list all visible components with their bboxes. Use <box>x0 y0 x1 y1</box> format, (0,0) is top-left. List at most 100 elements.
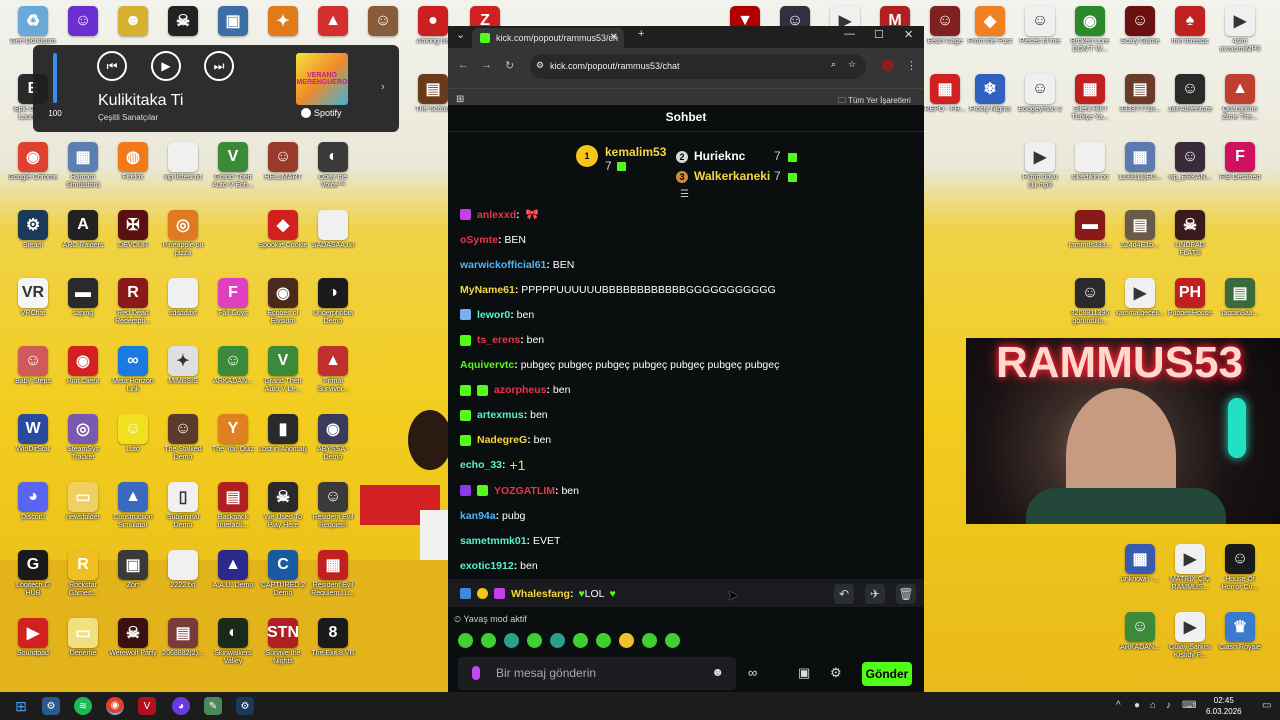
desktop-icon[interactable]: ◎ Pineapple on pizza <box>158 210 208 274</box>
emoji-icon[interactable]: ☻ <box>711 665 724 679</box>
desktop-icon[interactable]: ▶ Pkmp dovu (1).mp3 <box>1015 142 1065 206</box>
chat-username[interactable]: exotic1912 <box>460 560 514 572</box>
desktop-icon[interactable]: ▤ tarzan3aa... <box>1215 278 1265 342</box>
chat-username[interactable]: kan94a <box>460 510 496 522</box>
desktop-icon[interactable]: ♛ Clash Royale <box>1215 612 1265 676</box>
chat-username[interactable]: Aquivervtc <box>460 359 514 371</box>
emote-icon[interactable] <box>642 633 657 648</box>
apps-grid-icon[interactable]: ⊞ <box>456 94 464 105</box>
minimize-icon[interactable]: — <box>844 28 855 40</box>
new-tab-icon[interactable]: + <box>638 28 644 40</box>
zoom-icon[interactable]: ⌕ <box>831 59 836 70</box>
desktop-icon[interactable]: ❄ Frosty Nights <box>965 74 1015 138</box>
desktop-icon[interactable]: ▤ 2068882(2)... <box>158 618 208 682</box>
desktop-icon[interactable]: ▦ 12331(1)EU... <box>1115 142 1165 206</box>
back-icon[interactable]: ← <box>458 59 469 71</box>
desktop-icon[interactable]: ▶ Gülay Şarkısı Kışlıdy F... <box>1165 612 1215 676</box>
desktop-icon[interactable]: ☠ We Used To Play Here <box>258 482 308 546</box>
desktop-icon[interactable]: ☺ Luto <box>108 414 158 478</box>
desktop-icon[interactable]: ✦ MIMESIS <box>158 346 208 410</box>
desktop-icon[interactable]: vip listesi.txt <box>158 142 208 206</box>
mic-icon[interactable] <box>472 666 480 680</box>
desktop-icon[interactable]: ☺ Bean Cage <box>920 6 970 70</box>
desktop-icon[interactable]: ☺ Resident Evil Requiem <box>308 482 358 546</box>
taskbar-voicemeeter-icon[interactable]: V <box>138 697 156 715</box>
desktop-icon[interactable]: ☺ The Stalked Demo <box>158 414 208 478</box>
desktop-icon[interactable]: R Red Dead Redempti... <box>108 278 158 342</box>
desktop-icon[interactable]: ▦ REPO - FR... <box>920 74 970 138</box>
desktop-icon[interactable]: ☺ 3208811396 görüntülü... <box>1065 278 1115 342</box>
site-info-icon[interactable]: ⚙ <box>536 60 544 71</box>
desktop-icon[interactable]: STN Survive the Nights <box>258 618 308 682</box>
desktop-icon[interactable]: 2222.txt <box>158 550 208 614</box>
desktop-icon[interactable]: ☺ Scary Game <box>1115 6 1165 70</box>
chat-username[interactable]: oSymte <box>460 234 498 246</box>
desktop-icon[interactable]: ◆ From the Past <box>965 6 1015 70</box>
desktop-icon[interactable]: ▶ MATRIX ÇİÇ RAMMUS... <box>1165 544 1215 608</box>
chat-username[interactable]: artexmus <box>477 409 524 421</box>
desktop-icon[interactable]: W WinDirStat <box>8 414 58 478</box>
undo-pin-button[interactable]: ↶ <box>834 584 854 604</box>
desktop-icon[interactable]: ◎ SteamSys Tracker <box>58 414 108 478</box>
desktop-icon[interactable]: ▭ newsfolder <box>58 482 108 546</box>
desktop-icon[interactable]: V Grand Theft Auto V Le... <box>258 346 308 410</box>
desktop-icon[interactable]: ▮ Lost in Anomaly <box>258 414 308 478</box>
start-icon[interactable]: ⊞ <box>12 697 30 715</box>
chat-username[interactable]: sametmmk01 <box>460 535 527 547</box>
desktop-icon[interactable]: ◑ Underphobia Demo <box>308 278 358 342</box>
desktop-icon[interactable]: VR VRChat <box>8 278 58 342</box>
desktop-icon[interactable]: SADASAA.txt <box>308 210 358 274</box>
taskbar-spotify-icon[interactable]: ≋ <box>74 697 92 715</box>
desktop-icon[interactable]: ▬ rammus333... <box>1065 210 1115 274</box>
desktop-icon[interactable]: ▲ A.A.U. Demo <box>208 550 258 614</box>
desktop-icon[interactable]: ☺ Jail Adventure <box>1165 74 1215 138</box>
desktop-icon[interactable]: R Rockstar Games... <box>58 550 108 614</box>
desktop-icon[interactable]: ◉ Echoes of Elysium <box>258 278 308 342</box>
chat-username[interactable]: warwickofficial61 <box>460 259 546 271</box>
desktop-icon[interactable]: ◉ ABYSSA - Demo <box>308 414 358 478</box>
desktop-icon[interactable]: ◉ Google Chrome <box>8 142 58 206</box>
emote-icon[interactable] <box>619 633 634 648</box>
chat-username[interactable]: NadegreG <box>477 434 527 446</box>
chat-username[interactable]: MyName61 <box>460 284 515 296</box>
gift-icon[interactable]: ▣ <box>798 665 810 681</box>
media-source[interactable]: Spotify <box>301 108 342 118</box>
infinity-icon[interactable]: ∞ <box>748 665 757 680</box>
desktop-icon[interactable]: ▬ saping <box>58 278 108 342</box>
tray-mic-icon[interactable]: ● <box>1134 700 1140 711</box>
tray-chevron-icon[interactable]: ^ <box>1116 700 1121 711</box>
desktop-icon[interactable]: ☺ ARKADAN... <box>208 346 258 410</box>
desktop-icon[interactable]: ▶ 4sim avrasimiMP3 <box>1215 6 1265 70</box>
reload-icon[interactable]: ↻ <box>505 59 514 72</box>
desktop-icon[interactable]: ▤ 524d4E1b... <box>1115 210 1165 274</box>
chat-input[interactable]: Bir mesaj gönderin ☻ <box>458 657 736 690</box>
desktop-icon[interactable]: ✠ DEVOUR <box>108 210 158 274</box>
desktop-icon[interactable]: ▶ Soundpad <box>8 618 58 682</box>
emote-icon[interactable] <box>527 633 542 648</box>
taskbar-app-icon[interactable]: ✎ <box>204 697 222 715</box>
chat-username[interactable]: ts_erens <box>477 334 520 346</box>
emote-icon[interactable] <box>458 633 473 648</box>
delete-button[interactable]: 🗑 <box>896 584 916 604</box>
send-button[interactable]: Gönder <box>862 662 912 686</box>
taskbar-chrome-icon[interactable]: ◉ <box>106 697 124 715</box>
emote-icon[interactable] <box>596 633 611 648</box>
desktop-icon[interactable]: V Grand Theft Auto V Enh... <box>208 142 258 206</box>
desktop-icon[interactable]: G Logitech G HUB <box>8 550 58 614</box>
desktop-icon[interactable]: ▲ Primal Survivor... <box>308 346 358 410</box>
chat-username[interactable]: anlexxd <box>477 209 516 221</box>
desktop-icon[interactable]: ▯ Subliminal Demo <box>158 482 208 546</box>
desktop-icon[interactable]: ◐ Obey the Voice™ <box>308 142 358 206</box>
taskbar-steam-icon[interactable]: ⚙ <box>42 697 60 715</box>
desktop-icon[interactable]: ☺ Pieces of me <box>1015 6 1065 70</box>
desktop-icon[interactable]: ▶ xamma geceli... <box>1115 278 1165 342</box>
desktop-icon[interactable]: ▭ Deneme <box>58 618 108 682</box>
tray-volume-icon[interactable]: ♪ <box>1166 700 1171 711</box>
bookmark-star-icon[interactable]: ☆ <box>848 59 856 70</box>
emote-icon[interactable] <box>573 633 588 648</box>
clock[interactable]: 02:45 6.03.2026 <box>1206 695 1242 717</box>
close-window-icon[interactable]: ✕ <box>904 28 913 41</box>
desktop-icon[interactable]: sikertikin.txt <box>1065 142 1115 206</box>
desktop-icon[interactable]: ☺ HELLMART <box>258 142 308 206</box>
play-button[interactable]: ▶ <box>151 51 181 81</box>
